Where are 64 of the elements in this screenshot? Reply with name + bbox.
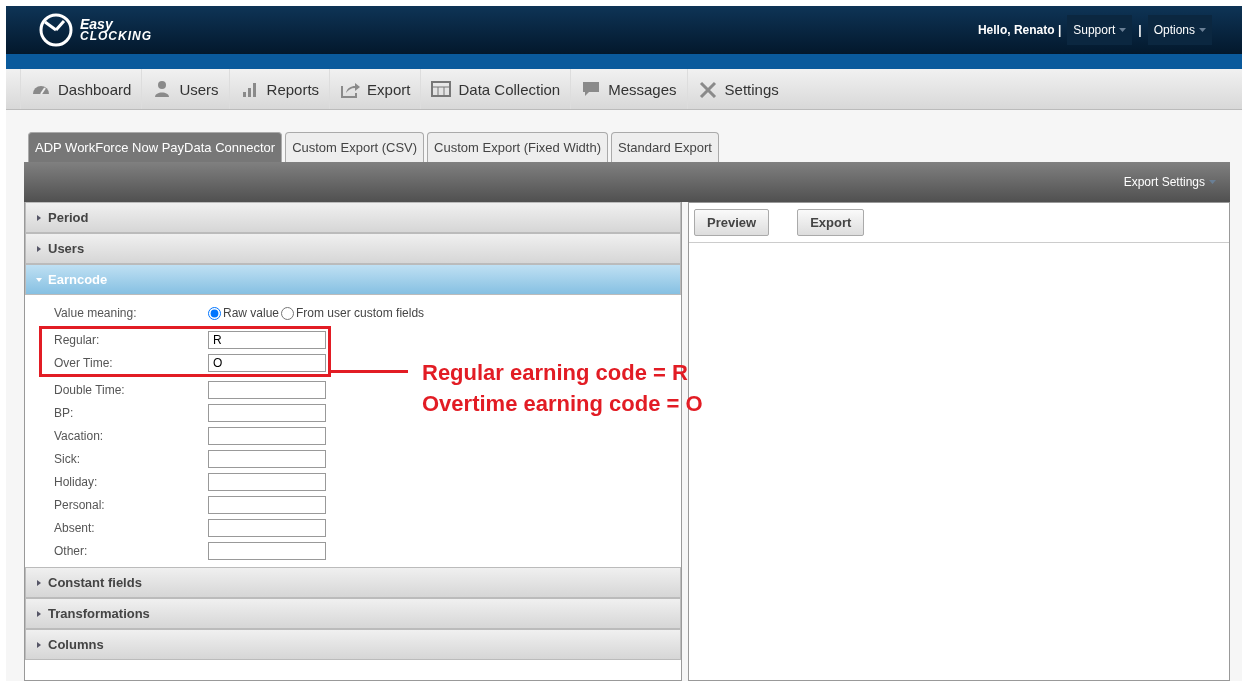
section-header[interactable]: Constant fields [25,567,681,598]
input-field[interactable]: O [208,354,326,372]
radio-button[interactable] [281,306,295,320]
logo-text: Easy CLOCKING [80,18,152,42]
input-field[interactable] [208,450,326,468]
field-label: Personal: [54,498,106,512]
section-header[interactable]: Columns [25,629,681,660]
field-label: Other: [54,544,89,558]
caret-icon [1199,28,1206,32]
nav-item[interactable]: Export [329,69,421,109]
share-icon [340,80,361,98]
nav-item[interactable]: Reports [228,69,330,109]
export-settings-link[interactable]: Export Settings [1123,175,1216,189]
input-field[interactable] [208,381,326,399]
nav-item[interactable]: Data Collection [420,69,571,109]
action-button[interactable]: Export [797,209,865,236]
greeting: Hello, Renato | [977,23,1062,37]
annotation-text: Overtime earning code = O [422,390,703,418]
nav-item[interactable]: Messages [570,69,687,109]
tools-icon [697,80,718,98]
annotation-text: Regular earning code = R [422,359,689,387]
menu-link[interactable]: Support [1067,15,1133,45]
input-field[interactable] [208,404,326,422]
field-label: BP: [54,406,75,420]
caret-icon [1209,180,1216,184]
option-label: Raw value [223,306,280,320]
caret-icon [36,245,42,252]
nav-item[interactable]: Settings [686,69,789,109]
option-label: From user custom fields [296,306,425,320]
field-label: Holiday: [54,475,99,489]
nav-item[interactable]: Users [141,69,229,109]
field-label: Absent: [54,521,96,535]
caret-icon [36,610,42,617]
field-label: Double Time: [54,383,126,397]
field-label: Value meaning: [54,306,138,320]
input-field[interactable]: R [208,331,326,349]
tab[interactable]: ADP WorkForce Now PayData Connector [28,132,283,162]
input-field[interactable] [208,496,326,514]
section-header[interactable]: Transformations [25,598,681,629]
action-button[interactable]: Preview [694,209,770,236]
caret-icon [36,579,42,586]
caret-icon [1119,28,1127,32]
input-field[interactable] [208,427,326,445]
input-field[interactable] [208,519,326,537]
chat-icon [581,80,602,98]
caret-icon [36,641,42,648]
input-field[interactable] [208,542,326,560]
field-label: Vacation: [54,429,105,443]
radio-button[interactable] [208,306,221,320]
section-header[interactable]: Users [25,233,681,264]
tab[interactable]: Custom Export (Fixed Width) [427,132,608,162]
field-label: Sick: [54,452,81,466]
caret-icon [36,214,42,221]
tab[interactable]: Standard Export [611,132,719,162]
table-icon [431,80,452,98]
nav-item[interactable]: Dashboard [20,69,142,109]
input-field[interactable] [208,473,326,491]
separator: | [1138,23,1142,37]
tab[interactable]: Custom Export (CSV) [285,132,425,162]
section-header[interactable]: Period [25,202,681,233]
menu-link[interactable]: Options [1147,15,1212,45]
field-label: Over Time: [54,356,114,370]
caret-icon [36,276,42,283]
field-label: Regular: [54,333,101,347]
